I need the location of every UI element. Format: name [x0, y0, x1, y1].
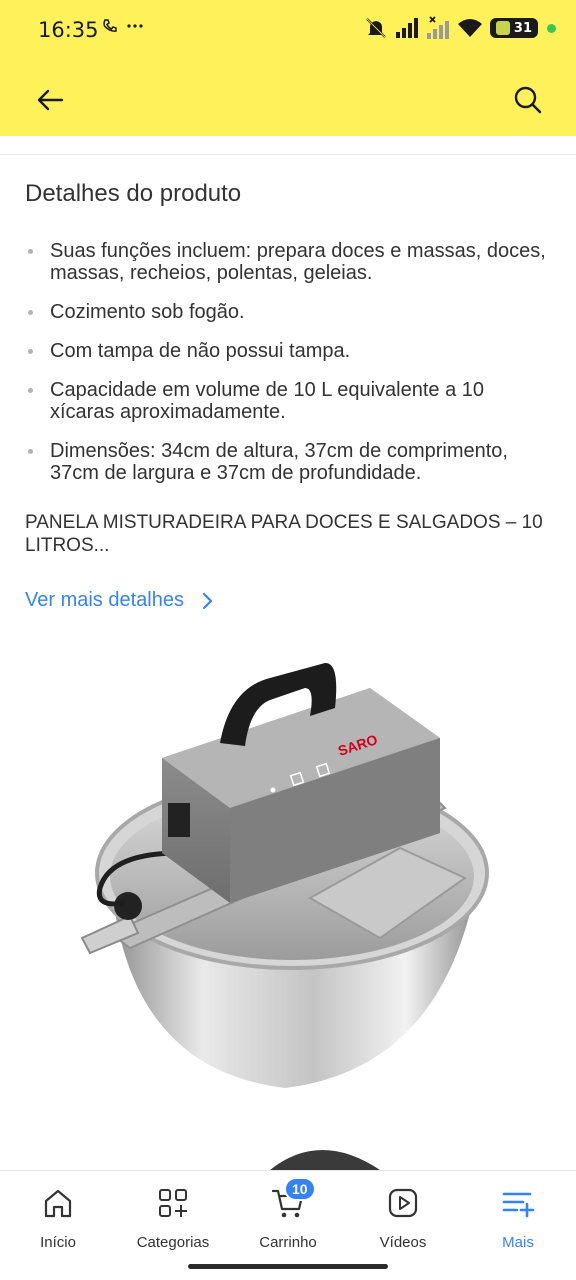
back-button[interactable]: [30, 82, 70, 118]
product-image[interactable]: SARO: [70, 648, 510, 1098]
product-description: PANELA MISTURADEIRA PARA DOCES E SALGADO…: [25, 512, 543, 556]
nav-videos[interactable]: Vídeos: [348, 1183, 458, 1251]
phone-call-icon: [103, 19, 117, 32]
nav-carrinho[interactable]: 10 Carrinho: [233, 1177, 343, 1251]
more-icon: [498, 1183, 538, 1223]
details-item: Dimensões: 34cm de altura, 37cm de compr…: [24, 440, 554, 484]
details-title: Detalhes do produto: [25, 180, 242, 207]
nav-label: Início: [40, 1234, 76, 1251]
home-indicator[interactable]: [188, 1264, 388, 1269]
video-icon: [383, 1183, 423, 1223]
search-icon: [514, 86, 542, 114]
app-header: 16:35 31: [0, 0, 576, 136]
nav-categorias[interactable]: Categorias: [118, 1183, 228, 1251]
details-list: Suas funções incluem: prepara doces e ma…: [24, 240, 554, 501]
home-icon: [38, 1183, 78, 1223]
wifi-icon: [457, 19, 482, 37]
more-dots-icon: [127, 24, 143, 28]
cart-count-badge: 10: [284, 1177, 316, 1201]
see-more-details-link[interactable]: Ver mais detalhes: [25, 589, 214, 612]
details-item: Capacidade em volume de 10 L equivalente…: [24, 379, 554, 423]
product-image-secondary[interactable]: [250, 1140, 390, 1172]
status-bar: 16:35 31: [0, 0, 576, 60]
nav-mais[interactable]: Mais: [463, 1183, 573, 1251]
search-button[interactable]: [508, 80, 548, 120]
nav-label: Carrinho: [259, 1234, 317, 1251]
mute-bell-icon: [366, 18, 386, 38]
arrow-left-icon: [37, 89, 64, 111]
details-item: Cozimento sob fogão.: [24, 301, 554, 323]
nav-label: Mais: [502, 1234, 534, 1251]
details-item: Suas funções incluem: prepara doces e ma…: [24, 240, 554, 284]
privacy-dot: [547, 23, 556, 33]
see-more-label: Ver mais detalhes: [25, 589, 184, 611]
details-item: Com tampa de não possui tampa.: [24, 340, 554, 362]
signal-no-service-icon: [426, 16, 449, 39]
nav-inicio[interactable]: Início: [3, 1183, 113, 1251]
signal-icon: [395, 18, 418, 38]
cart-icon: 10: [268, 1177, 316, 1223]
nav-label: Vídeos: [379, 1234, 427, 1251]
categories-icon: [153, 1183, 193, 1223]
chevron-right-icon: [202, 592, 213, 609]
battery-level: 31: [513, 20, 532, 36]
status-left-icons: [102, 18, 144, 34]
section-divider: [0, 154, 576, 155]
battery-indicator: 31: [489, 18, 538, 38]
status-time: 16:35: [38, 18, 99, 42]
nav-label: Categorias: [136, 1234, 210, 1251]
status-right-icons: 31: [364, 16, 556, 40]
